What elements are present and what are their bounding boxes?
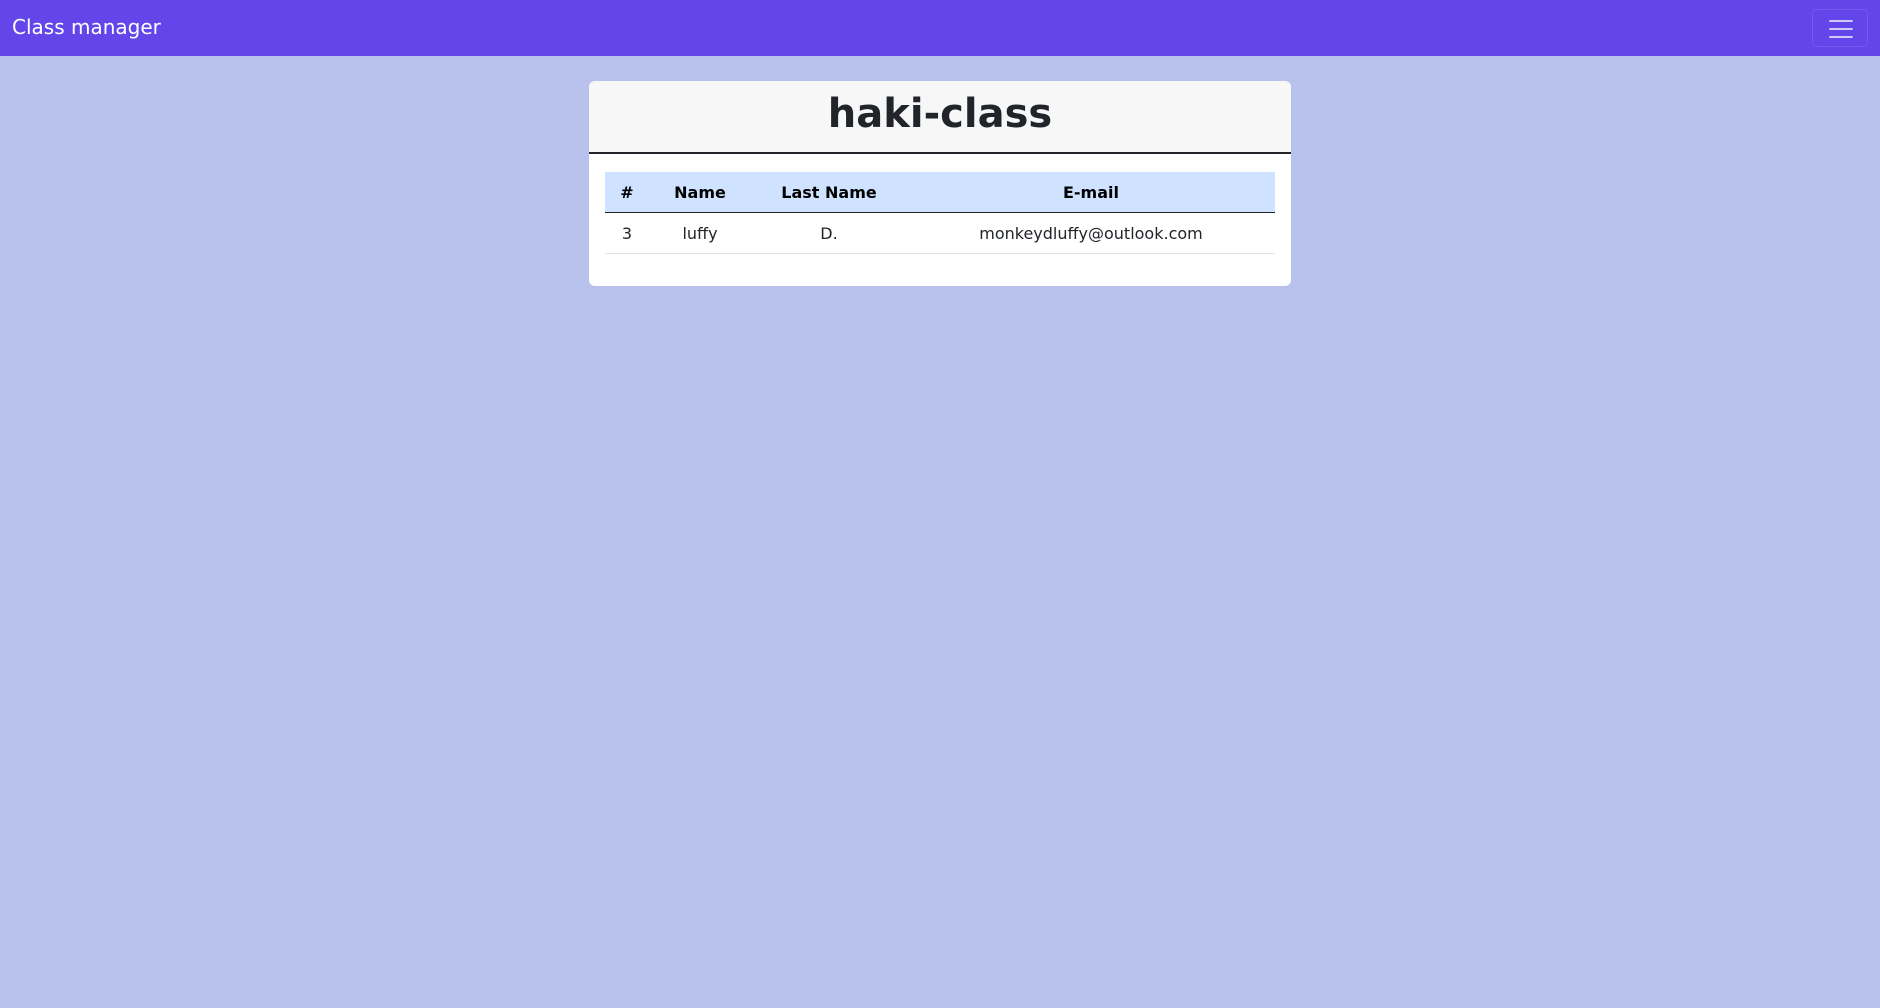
- top-navbar: Class manager: [0, 0, 1880, 56]
- column-header-last-name: Last Name: [751, 172, 907, 213]
- cell-email: monkeydluffy@outlook.com: [907, 212, 1275, 254]
- students-table-container: # Name Last Name E-mail 3 luffy D. monke…: [605, 172, 1275, 254]
- navbar-toggler-button[interactable]: [1812, 9, 1868, 47]
- hamburger-menu-icon-bar: [1829, 36, 1853, 38]
- card-header: haki-class: [589, 81, 1291, 154]
- hamburger-menu-icon: [1829, 20, 1853, 22]
- table-header-row: # Name Last Name E-mail: [605, 172, 1275, 213]
- table-body: 3 luffy D. monkeydluffy@outlook.com: [605, 212, 1275, 254]
- cell-name: luffy: [649, 212, 751, 254]
- column-header-number: #: [605, 172, 649, 213]
- class-title: haki-class: [827, 91, 1053, 137]
- brand-link[interactable]: Class manager: [12, 14, 161, 40]
- cell-last-name: D.: [751, 212, 907, 254]
- column-header-email: E-mail: [907, 172, 1275, 213]
- students-table: # Name Last Name E-mail 3 luffy D. monke…: [605, 172, 1275, 254]
- cell-number: 3: [605, 212, 649, 254]
- class-card: haki-class # Name Last Name E-mail 3 luf…: [589, 81, 1291, 286]
- table-head: # Name Last Name E-mail: [605, 172, 1275, 213]
- hamburger-menu-icon-bar: [1829, 28, 1853, 30]
- table-row: 3 luffy D. monkeydluffy@outlook.com: [605, 212, 1275, 254]
- column-header-name: Name: [649, 172, 751, 213]
